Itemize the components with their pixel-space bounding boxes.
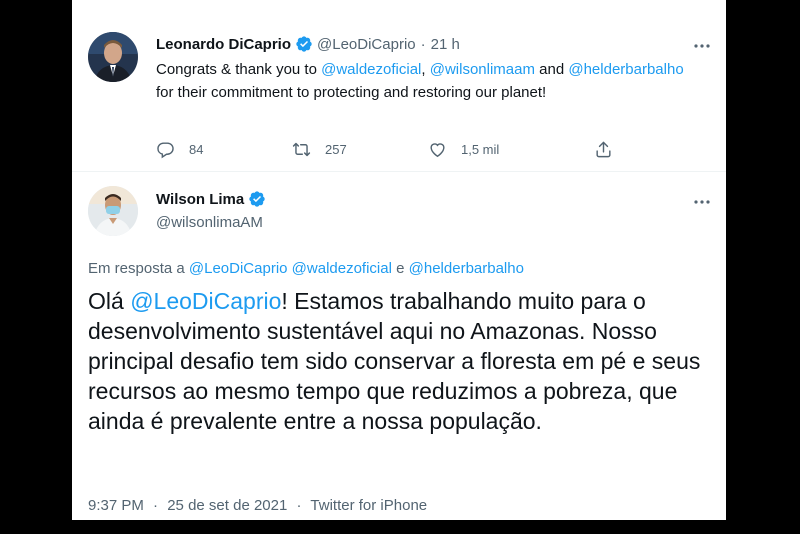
tweet-text: Olá @LeoDiCaprio! Estamos trabalhando mu… (88, 286, 718, 436)
author-handle[interactable]: @LeoDiCaprio (317, 36, 416, 53)
separator: · (420, 35, 426, 53)
mention-link[interactable]: @waldezoficial (292, 260, 392, 277)
tweet-text-part: , (421, 61, 430, 78)
author-name[interactable]: Wilson Lima (156, 191, 244, 208)
avatar[interactable] (88, 186, 138, 236)
retweet-count: 257 (325, 141, 347, 157)
like-button[interactable]: 1,5 mil (428, 137, 499, 161)
like-count: 1,5 mil (461, 141, 500, 157)
reply-button[interactable]: 84 (156, 137, 203, 161)
avatar-image (88, 186, 138, 236)
mention-link[interactable]: @wilsonlimaam (430, 61, 535, 78)
tweet-metadata: 9:37 PM · 25 de set de 2021 · Twitter fo… (88, 497, 427, 514)
reply-icon (157, 141, 174, 158)
mention-link[interactable]: @waldezoficial (321, 61, 421, 78)
more-icon[interactable] (692, 36, 712, 56)
reply-count: 84 (189, 141, 204, 157)
tweet-thread-panel: Leonardo DiCaprio @LeoDiCaprio · 21 h Co… (72, 0, 726, 520)
more-icon[interactable] (692, 192, 712, 212)
verified-badge-icon (295, 35, 313, 53)
mention-link[interactable]: @LeoDiCaprio (189, 260, 288, 277)
tweet-time[interactable]: 9:37 PM (88, 497, 144, 514)
avatar[interactable] (88, 32, 138, 82)
tweet-actions: 84 257 1,5 mil (156, 137, 626, 161)
avatar-image (88, 32, 138, 82)
tweet-time[interactable]: 21 h (431, 36, 460, 53)
share-button[interactable] (594, 137, 627, 161)
reply-conjunction: e (391, 260, 409, 277)
separator: · (296, 497, 302, 514)
mention-link[interactable]: @helderbarbalho (568, 61, 683, 78)
tweet-text-part: for their commitment to protecting and r… (156, 84, 547, 101)
tweet-leonardo[interactable]: Leonardo DiCaprio @LeoDiCaprio · 21 h Co… (72, 0, 726, 172)
author-name-row: Wilson Lima (156, 190, 270, 208)
tweet-date[interactable]: 25 de set de 2021 (167, 497, 287, 514)
reply-context: Em resposta a @LeoDiCaprio @waldezoficia… (88, 260, 524, 277)
verified-badge-icon (248, 190, 266, 208)
tweet-text-part: Congrats & thank you to (156, 61, 322, 78)
mention-link[interactable]: @LeoDiCaprio (130, 288, 281, 314)
tweet-text-part: and (534, 61, 569, 78)
tweet-text: Congrats & thank you to @waldezoficial, … (156, 58, 696, 104)
author-handle[interactable]: @wilsonlimaAM (156, 214, 263, 231)
tweet-header: Leonardo DiCaprio @LeoDiCaprio · 21 h (156, 34, 460, 54)
share-icon (596, 141, 611, 157)
mention-link[interactable]: @helderbarbalho (409, 260, 524, 277)
reply-prefix: Em resposta a (88, 260, 189, 277)
author-name[interactable]: Leonardo DiCaprio (156, 36, 291, 53)
retweet-icon (292, 142, 311, 156)
retweet-button[interactable]: 257 (292, 137, 347, 161)
separator: · (153, 497, 159, 514)
tweet-text-part: Olá (88, 288, 131, 314)
heart-icon (430, 142, 445, 157)
tweet-source[interactable]: Twitter for iPhone (310, 497, 427, 514)
